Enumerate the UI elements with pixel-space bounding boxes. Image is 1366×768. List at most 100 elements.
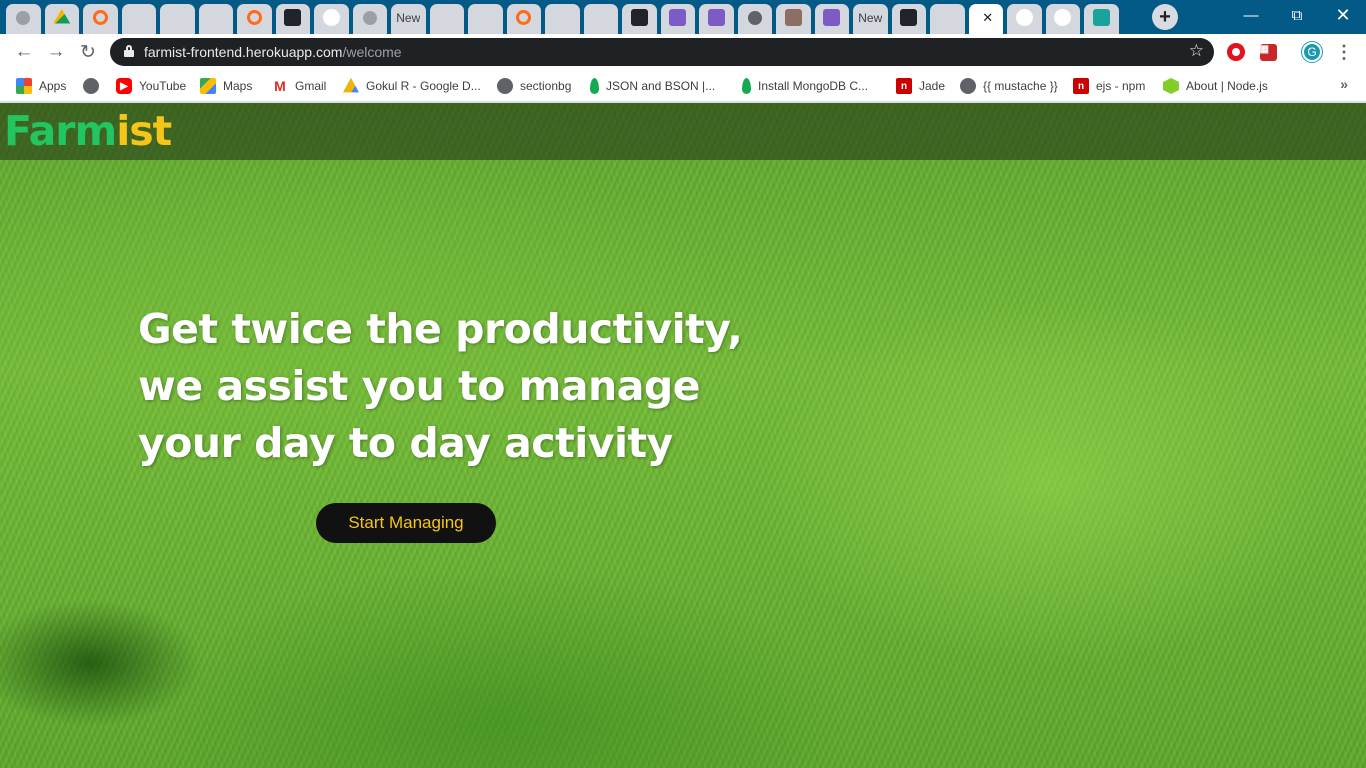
bookmark-label: About | Node.js [1186, 79, 1268, 93]
gmail-icon: M [274, 78, 286, 94]
browser-tab[interactable] [505, 1, 544, 34]
bookmark-label: JSON and BSON |... [606, 79, 716, 93]
url-host: farmist-frontend.herokuapp.com [144, 44, 343, 60]
hero-line-1: Get twice the productivity, [138, 305, 743, 353]
browser-tab[interactable] [620, 1, 659, 34]
codepen-orange-icon [246, 10, 262, 25]
bookmark-item[interactable]: Install MongoDB C... [742, 76, 868, 96]
react-dark-icon [630, 9, 648, 26]
browser-tab[interactable] [774, 1, 813, 34]
bookmark-label: Gokul R - Google D... [366, 79, 481, 93]
browser-tab[interactable] [428, 1, 467, 34]
restore-window-icon[interactable]: ⧉ [1274, 0, 1320, 30]
bookmark-item[interactable]: Apps [16, 76, 66, 96]
bookmark-item[interactable]: sectionbg [497, 76, 571, 96]
google-icon [1054, 9, 1072, 26]
bookmark-item[interactable]: n Jade [896, 76, 945, 96]
profile-avatar-icon[interactable]: G [1302, 42, 1322, 62]
diamond-icon [592, 9, 609, 26]
bookmark-label: sectionbg [520, 79, 572, 93]
browser-tab[interactable] [582, 1, 621, 34]
browser-tab[interactable] [813, 1, 852, 34]
bookmark-item[interactable]: n ejs - npm [1073, 76, 1145, 96]
opera-extension-icon[interactable] [1226, 42, 1246, 62]
url-text[interactable]: farmist-frontend.herokuapp.com/welcome [144, 44, 402, 60]
browser-tab[interactable] [235, 1, 274, 34]
bookmark-item[interactable]: Gokul R - Google D... [343, 76, 481, 96]
bookmark-label: {{ mustache }} [983, 79, 1058, 93]
forward-arrow-icon[interactable]: → [42, 38, 70, 66]
site-logo[interactable]: Farmist [4, 107, 172, 155]
browser-tab[interactable]: New [389, 1, 428, 34]
bookmark-label: Gmail [295, 79, 327, 93]
more-bookmarks-chevron-icon[interactable]: » [1340, 76, 1348, 92]
site-header: Farmist [0, 103, 1366, 160]
browser-tab[interactable] [120, 1, 159, 34]
bookmark-item[interactable]: JSON and BSON |... [590, 76, 715, 96]
browser-tab[interactable]: New [851, 1, 890, 34]
minimize-window-icon[interactable]: — [1228, 0, 1274, 30]
hero-line-2: we assist you to manage [138, 362, 701, 410]
bookmark-label: Maps [223, 79, 253, 93]
google-icon [1015, 9, 1033, 26]
extension-icon[interactable]: ▦ [1258, 42, 1278, 62]
new-tab-button[interactable]: + [1152, 4, 1178, 30]
gmail-icon [169, 9, 186, 26]
browser-tab[interactable] [197, 1, 236, 34]
hackerrank-icon [669, 9, 687, 26]
stackoverflow-icon [939, 9, 956, 26]
browser-tab[interactable] [543, 1, 582, 34]
browser-tab[interactable] [697, 1, 736, 34]
browser-tab[interactable] [1082, 1, 1121, 34]
browser-tab[interactable] [4, 1, 43, 34]
close-tab-icon[interactable]: ✕ [982, 10, 993, 26]
codepen-orange-icon [92, 10, 108, 25]
browser-tab[interactable] [158, 1, 197, 34]
youtube-icon: ▶ [116, 78, 132, 94]
bookmark-item[interactable] [83, 76, 106, 96]
bookmark-item[interactable]: M Gmail [272, 76, 326, 96]
bookmarks-bar: » Apps ▶ YouTube Maps M Gmail Gokul R - Google… [0, 70, 1366, 102]
back-arrow-icon[interactable]: ← [10, 38, 38, 66]
browser-tab[interactable] [659, 1, 698, 34]
nodejs-icon [1163, 78, 1179, 94]
browser-tab[interactable] [1044, 1, 1083, 34]
browser-tab[interactable] [890, 1, 929, 34]
browser-tab[interactable] [81, 1, 120, 34]
browser-tab[interactable]: ✕ [967, 1, 1006, 34]
lock-icon [124, 45, 134, 57]
browser-tab[interactable] [274, 1, 313, 34]
browser-tab[interactable] [928, 1, 967, 34]
drive-icon [53, 9, 71, 24]
browser-tab[interactable] [312, 1, 351, 34]
browser-tab[interactable] [736, 1, 775, 34]
browser-tab[interactable] [351, 1, 390, 34]
close-window-icon[interactable]: ✕ [1320, 0, 1366, 30]
logo-part-farm: Farm [4, 107, 117, 155]
bookmark-item[interactable]: Maps [200, 76, 252, 96]
bookmark-item[interactable]: {{ mustache }} [960, 76, 1058, 96]
browser-tab[interactable] [466, 1, 505, 34]
google-icon [322, 9, 340, 26]
globe-icon [362, 10, 377, 25]
browser-menu-icon[interactable]: ⋮ [1334, 42, 1354, 62]
bookmark-label: Apps [39, 79, 67, 93]
page-viewport: Farmist Get twice the productivity, we a… [0, 103, 1366, 768]
hero-heading: Get twice the productivity, we assist yo… [138, 301, 778, 472]
codepen-orange-icon [516, 10, 532, 25]
bookmark-star-icon[interactable]: ☆ [1189, 41, 1204, 61]
gmail-icon [207, 9, 224, 26]
globe-icon [16, 10, 31, 25]
browser-tab[interactable] [1005, 1, 1044, 34]
reload-icon[interactable]: ↻ [74, 38, 102, 66]
bookmark-label: Jade [919, 79, 946, 93]
address-bar[interactable]: farmist-frontend.herokuapp.com/welcome ☆ [110, 38, 1214, 66]
bookmark-label: Install MongoDB C... [758, 79, 869, 93]
bookmark-item[interactable]: ▶ YouTube [116, 76, 186, 96]
react-dark-icon [284, 9, 302, 26]
browser-tab[interactable] [43, 1, 82, 34]
bookmark-label: ejs - npm [1096, 79, 1146, 93]
bookmark-item[interactable]: About | Node.js [1163, 76, 1268, 96]
start-managing-button[interactable]: Start Managing [316, 503, 496, 543]
gmail-icon [130, 9, 147, 26]
